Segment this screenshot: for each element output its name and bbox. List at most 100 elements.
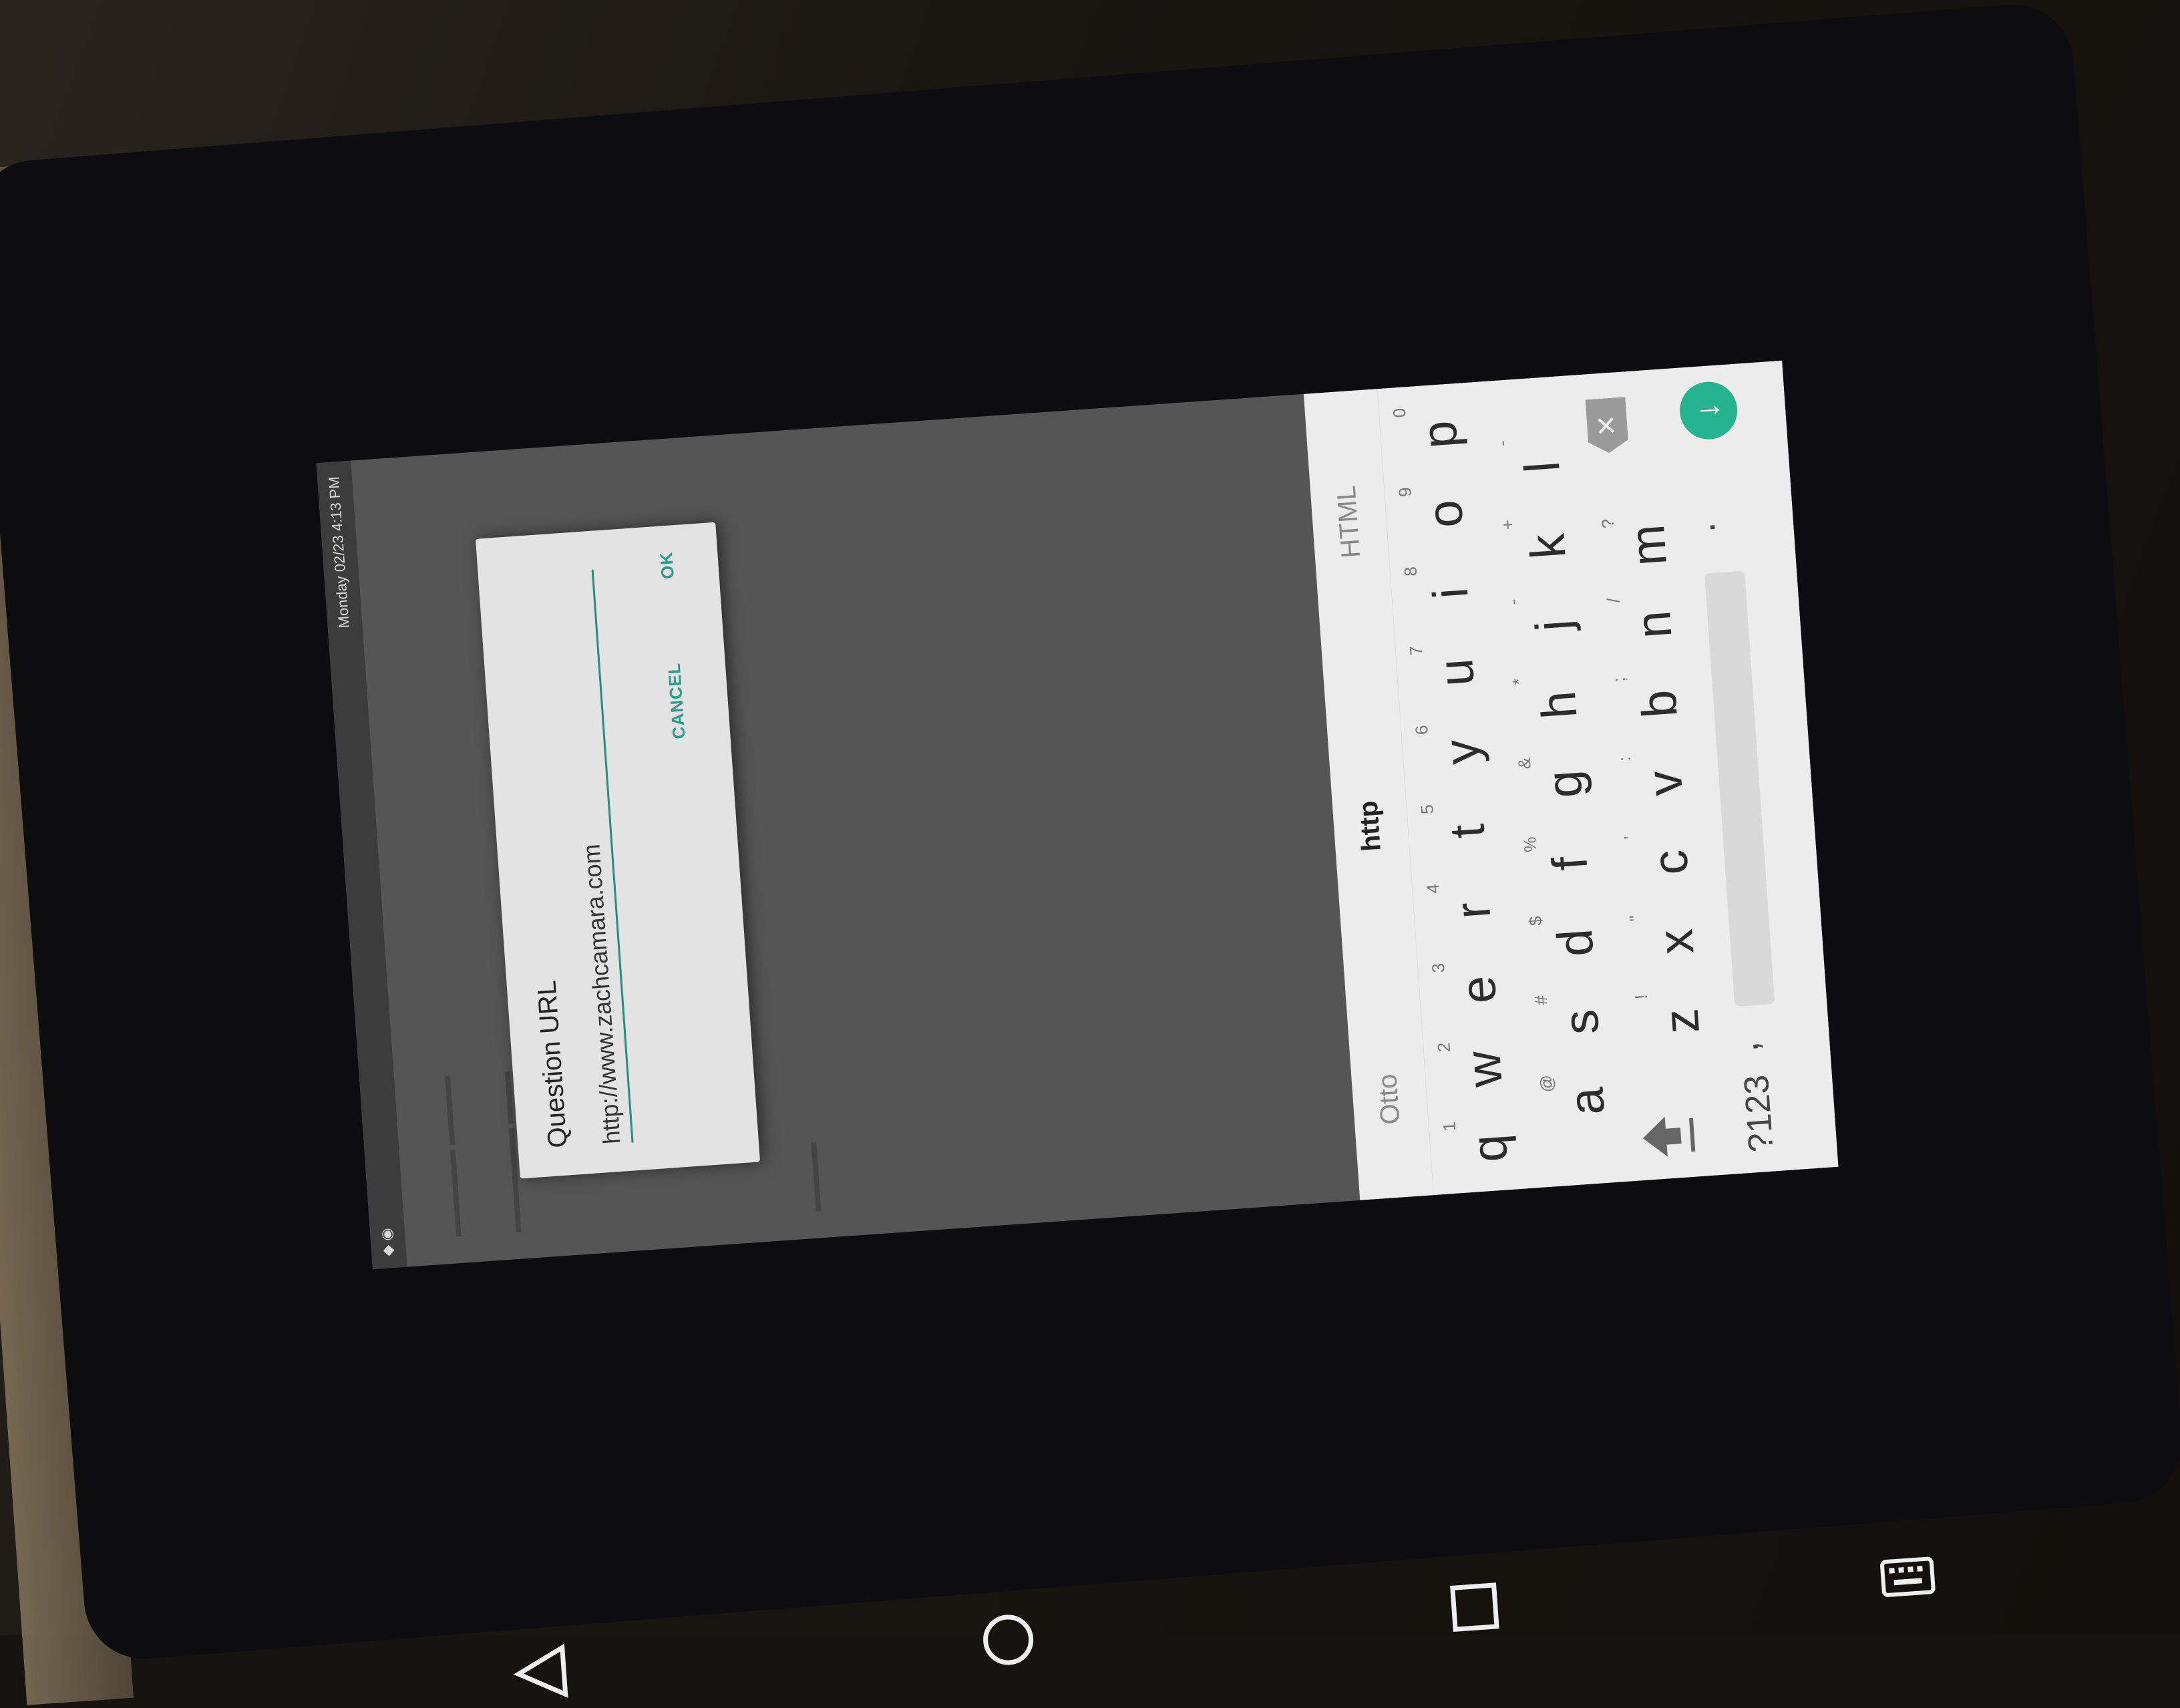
key-hint: ; xyxy=(1608,676,1630,683)
key-m[interactable]: ? m xyxy=(1593,507,1684,585)
key-hint: & xyxy=(1513,757,1535,770)
key-a[interactable]: @ a xyxy=(1531,1063,1623,1141)
key-label: s xyxy=(1552,1007,1610,1037)
keyboard-switch-icon xyxy=(1880,1556,1936,1597)
key-l[interactable]: -l xyxy=(1487,429,1579,507)
back-icon xyxy=(513,1643,568,1698)
enter-key[interactable]: ↓ xyxy=(1678,379,1739,442)
key-y[interactable]: 6y xyxy=(1407,713,1498,792)
shift-key[interactable] xyxy=(1638,1111,1701,1162)
key-hint: @ xyxy=(1535,1073,1558,1093)
key-hint: 6 xyxy=(1411,724,1432,736)
suggestion-item[interactable]: Otto xyxy=(1373,1073,1406,1125)
key-hint: " xyxy=(1625,914,1646,922)
soft-keyboard: Otto http HTML 1q2w3e4r5t6y7u8i9o0p @ a # s… xyxy=(1303,360,1839,1200)
key-label: z xyxy=(1652,1007,1710,1036)
key-label: b xyxy=(1630,688,1688,720)
home-icon xyxy=(983,1614,1034,1665)
key-hint: 1 xyxy=(1439,1121,1460,1132)
key-r[interactable]: 4r xyxy=(1418,872,1509,951)
key-hint: % xyxy=(1519,836,1541,853)
status-time: Monday 02/23 4:13 PM xyxy=(325,476,353,629)
key-label: k xyxy=(1519,532,1576,561)
question-url-dialog: Question URL CANCEL OK xyxy=(475,522,761,1179)
key-hint: 2 xyxy=(1433,1041,1455,1053)
key-c[interactable]: ' c xyxy=(1616,824,1707,902)
key-hint: ! xyxy=(1630,993,1652,1001)
key-p[interactable]: 0p xyxy=(1385,396,1476,474)
key-e[interactable]: 3e xyxy=(1423,951,1515,1029)
key-j[interactable]: -j xyxy=(1498,587,1590,665)
cancel-button[interactable]: CANCEL xyxy=(664,662,690,739)
key-label: d xyxy=(1546,927,1604,959)
keyboard-switch-button[interactable] xyxy=(1875,1545,1940,1612)
key-k[interactable]: + k xyxy=(1493,508,1584,586)
key-hint: 4 xyxy=(1422,883,1443,894)
key-label: y xyxy=(1433,737,1491,766)
dialog-title: Question URL xyxy=(532,979,573,1149)
key-label: g xyxy=(1535,768,1593,800)
suggestion-item[interactable]: http xyxy=(1354,800,1387,852)
key-z[interactable]: ! z xyxy=(1626,983,1718,1061)
key-label: n xyxy=(1624,609,1682,641)
key-hint: 8 xyxy=(1400,566,1421,577)
shift-icon xyxy=(1642,1116,1696,1157)
key-label: a xyxy=(1558,1085,1616,1118)
suggestion-item[interactable]: HTML xyxy=(1332,484,1367,559)
key-i[interactable]: 8i xyxy=(1396,555,1487,633)
key-hint: / xyxy=(1603,597,1624,604)
key-f[interactable]: % f xyxy=(1515,825,1606,903)
comma-key[interactable]: , xyxy=(1720,1040,1767,1054)
tablet-screen: ◆ ◉ Monday 02/23 4:13 PM ▬▬▬▬▬ ▬▬▬▬ ▬▬▬▬… xyxy=(316,360,1839,1270)
key-hint: 9 xyxy=(1395,486,1415,498)
key-label: t xyxy=(1439,822,1495,840)
key-v[interactable]: :v xyxy=(1610,745,1701,823)
key-label: c xyxy=(1641,848,1699,877)
key-hint: + xyxy=(1497,518,1518,531)
arrow-down-enter-icon: ↓ xyxy=(1690,401,1727,420)
key-q[interactable]: 1q xyxy=(1435,1110,1526,1188)
recents-button[interactable] xyxy=(1443,1575,1507,1643)
key-label: j xyxy=(1525,618,1582,633)
key-hint: 5 xyxy=(1417,804,1438,815)
key-label: i xyxy=(1422,586,1479,601)
key-label: m xyxy=(1618,522,1677,568)
key-hint: ? xyxy=(1598,518,1618,530)
key-b[interactable]: ; b xyxy=(1604,665,1696,743)
key-g[interactable]: & g xyxy=(1509,746,1601,824)
key-w[interactable]: 2w xyxy=(1429,1031,1520,1109)
key-label: r xyxy=(1444,900,1501,921)
key-label: o xyxy=(1416,498,1474,530)
key-hint: # xyxy=(1530,995,1552,1006)
key-hint: - xyxy=(1491,440,1513,448)
key-hint: ' xyxy=(1620,835,1640,840)
key-hint: 7 xyxy=(1405,645,1427,657)
key-label: w xyxy=(1455,1049,1513,1089)
home-button[interactable] xyxy=(976,1608,1041,1675)
key-label: u xyxy=(1427,657,1485,689)
key-label: f xyxy=(1541,854,1598,872)
key-o[interactable]: 9o xyxy=(1390,476,1481,554)
key-label: h xyxy=(1529,689,1588,721)
symbols-key[interactable]: ?123 xyxy=(1737,1073,1782,1154)
key-h[interactable]: * h xyxy=(1504,667,1596,745)
key-d[interactable]: $ d xyxy=(1521,904,1612,983)
ok-button[interactable]: OK xyxy=(656,551,679,580)
blurred-app-text: ▬▬▬▬▬ ▬▬▬▬ xyxy=(433,1075,466,1238)
key-label: x xyxy=(1647,927,1704,957)
key-label: v xyxy=(1636,769,1694,798)
key-s[interactable]: # s xyxy=(1526,984,1618,1062)
key-label: e xyxy=(1449,974,1507,1006)
key-hint: * xyxy=(1508,677,1529,686)
period-key[interactable]: . xyxy=(1678,521,1724,535)
back-button[interactable] xyxy=(510,1641,574,1708)
key-x[interactable]: " x xyxy=(1621,904,1712,982)
key-label: q xyxy=(1460,1132,1518,1164)
key-t[interactable]: 5t xyxy=(1413,793,1504,871)
key-hint: 3 xyxy=(1427,962,1449,974)
key-hint: : xyxy=(1614,755,1635,762)
key-hint: 0 xyxy=(1389,407,1410,419)
key-label: l xyxy=(1513,460,1570,475)
key-u[interactable]: 7u xyxy=(1401,634,1493,712)
key-n[interactable]: / n xyxy=(1599,586,1690,665)
